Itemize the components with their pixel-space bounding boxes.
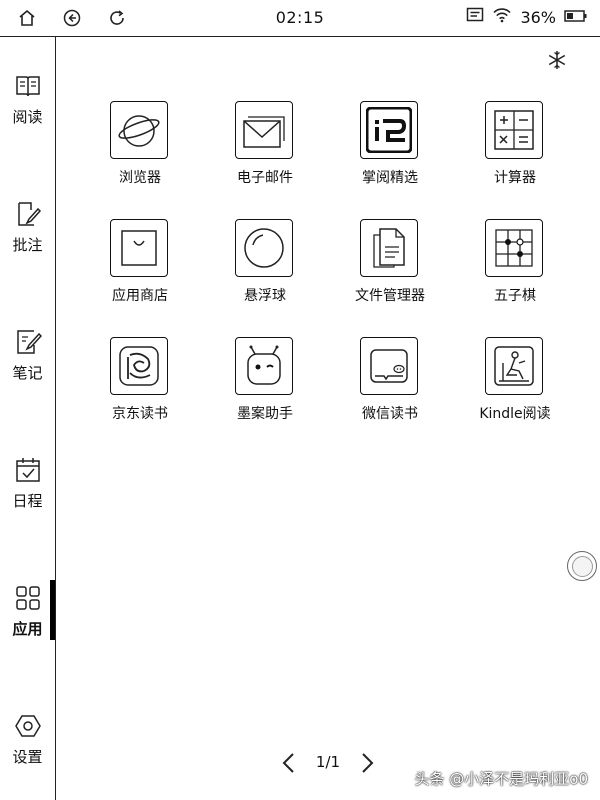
app-label: 五子棋 bbox=[494, 288, 536, 304]
sidebar-item-calendar[interactable]: 日程 bbox=[0, 456, 55, 536]
calculator-icon bbox=[485, 101, 543, 159]
kindle-icon bbox=[485, 337, 543, 395]
app-label: Kindle阅读 bbox=[479, 406, 551, 422]
battery-text: 36% bbox=[520, 7, 556, 27]
sidebar-item-apps[interactable]: 应用 bbox=[0, 584, 55, 664]
app-browser[interactable]: 浏览器 bbox=[85, 101, 195, 201]
app-label: 掌阅精选 bbox=[362, 170, 418, 186]
app-file-manager[interactable]: 文件管理器 bbox=[335, 219, 445, 319]
status-bar: 02:15 36% bbox=[0, 0, 600, 36]
file-manager-icon bbox=[360, 219, 418, 277]
message-icon bbox=[466, 7, 484, 27]
status-divider bbox=[0, 36, 600, 37]
sidebar-item-label: 日程 bbox=[12, 492, 43, 510]
watermark-text: 头条 @小泽不是玛利亚o0 bbox=[414, 770, 589, 788]
app-label: 京东读书 bbox=[112, 406, 168, 422]
app-label: 墨案助手 bbox=[237, 406, 293, 422]
apps-icon bbox=[14, 584, 42, 612]
floating-ball-button[interactable] bbox=[567, 551, 597, 581]
snowflake-icon[interactable] bbox=[545, 48, 569, 72]
settings-icon bbox=[14, 712, 42, 740]
sidebar-item-label: 阅读 bbox=[12, 108, 43, 126]
sidebar-item-notes[interactable]: 笔记 bbox=[0, 328, 55, 408]
app-label: 悬浮球 bbox=[244, 288, 286, 304]
app-wechat-reading[interactable]: 微信读书 bbox=[335, 337, 445, 437]
app-label: 浏览器 bbox=[119, 170, 161, 186]
page-indicator: 1/1 bbox=[315, 753, 341, 771]
app-store-icon bbox=[110, 219, 168, 277]
calendar-icon bbox=[14, 456, 42, 484]
wifi-icon bbox=[492, 7, 512, 27]
sidebar-item-annotate[interactable]: 批注 bbox=[0, 200, 55, 280]
browser-icon bbox=[110, 101, 168, 159]
app-label: 文件管理器 bbox=[355, 288, 425, 304]
gomoku-icon bbox=[485, 219, 543, 277]
app-label: 应用商店 bbox=[112, 288, 168, 304]
next-page-button[interactable] bbox=[352, 748, 382, 778]
battery-icon bbox=[564, 8, 588, 27]
app-store[interactable]: 应用商店 bbox=[85, 219, 195, 319]
app-kindle[interactable]: Kindle阅读 bbox=[460, 337, 570, 437]
wechat-reading-icon bbox=[360, 337, 418, 395]
app-moaan-assistant[interactable]: 墨案助手 bbox=[210, 337, 320, 437]
email-icon bbox=[235, 101, 293, 159]
app-gomoku[interactable]: 五子棋 bbox=[460, 219, 570, 319]
sidebar-item-reading[interactable]: 阅读 bbox=[0, 72, 55, 152]
app-label: 微信读书 bbox=[362, 406, 418, 422]
app-email[interactable]: 电子邮件 bbox=[210, 101, 320, 201]
app-calculator[interactable]: 计算器 bbox=[460, 101, 570, 201]
jd-reading-icon bbox=[110, 337, 168, 395]
app-jd-reading[interactable]: 京东读书 bbox=[85, 337, 195, 437]
app-ireader[interactable]: 掌阅精选 bbox=[335, 101, 445, 201]
app-label: 计算器 bbox=[494, 170, 536, 186]
sidebar-item-label: 批注 bbox=[12, 236, 43, 254]
floating-ball-icon bbox=[235, 219, 293, 277]
moaan-assistant-icon bbox=[235, 337, 293, 395]
sidebar-divider bbox=[55, 37, 56, 800]
note-icon bbox=[14, 328, 43, 356]
sidebar-item-label: 应用 bbox=[12, 620, 43, 638]
app-floating-ball[interactable]: 悬浮球 bbox=[210, 219, 320, 319]
sidebar-item-label: 笔记 bbox=[12, 364, 43, 382]
annotate-icon bbox=[14, 200, 42, 228]
sidebar: 阅读 批注 笔记 日程 应用 设置 bbox=[0, 37, 55, 800]
app-label: 电子邮件 bbox=[237, 170, 293, 186]
book-icon bbox=[14, 72, 42, 100]
ireader-icon bbox=[360, 101, 418, 159]
